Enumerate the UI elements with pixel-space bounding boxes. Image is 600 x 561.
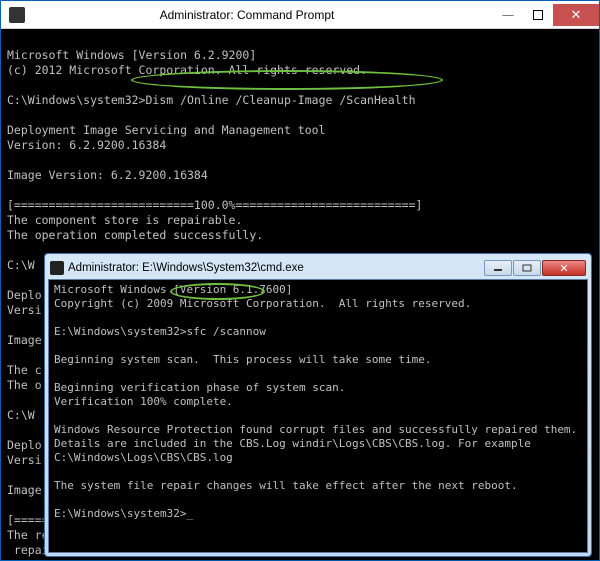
partial-versi: Versi xyxy=(7,303,42,317)
cmd-icon xyxy=(50,261,64,275)
minimize-button[interactable]: — xyxy=(493,4,523,26)
sfc-command: sfc /scannow xyxy=(186,325,265,338)
repairable-line: The component store is repairable. xyxy=(7,213,242,227)
partial-theo: The o xyxy=(7,378,42,392)
close-button[interactable]: ✕ xyxy=(553,4,599,26)
success-line: The operation completed successfully. xyxy=(7,228,263,242)
titlebar-2[interactable]: Administrator: E:\Windows\System32\cmd.e… xyxy=(48,257,588,279)
dism-tool-line: Deployment Image Servicing and Managemen… xyxy=(7,123,326,137)
dism-command: Dism /Online /Cleanup-Image /ScanHealth xyxy=(145,93,415,107)
maximize-button[interactable] xyxy=(513,260,541,276)
window-title-2: Administrator: E:\Windows\System32\cmd.e… xyxy=(68,262,484,274)
os-version-line-2: Microsoft Windows [Version 6.1.7600] xyxy=(54,283,292,296)
partial-deplo2: Deplo xyxy=(7,438,42,452)
scan-complete-line: Verification 100% complete. xyxy=(54,395,233,408)
prompt-end-2: E:\Windows\system32> xyxy=(54,507,193,520)
wrp-message: Windows Resource Protection found corrup… xyxy=(54,423,584,464)
dism-version-line: Version: 6.2.9200.16384 xyxy=(7,138,166,152)
partial-deplo: Deplo xyxy=(7,288,42,302)
progress-bar-1: [==========================100.0%=======… xyxy=(7,198,422,212)
success-line-2: The operation completed successfully. xyxy=(7,558,263,560)
partial-thec: The c xyxy=(7,363,42,377)
partial-versi2: Versi xyxy=(7,453,42,467)
cmd-icon xyxy=(9,7,25,23)
scan-begin-line: Beginning system scan. This process will… xyxy=(54,353,432,366)
terminal-body-2[interactable]: Microsoft Windows [Version 6.1.7600] Cop… xyxy=(48,279,588,553)
maximize-button[interactable] xyxy=(523,4,553,26)
scan-phase-line: Beginning verification phase of system s… xyxy=(54,381,345,394)
prompt-path: C:\Windows\system32> xyxy=(7,93,145,107)
reboot-line: The system file repair changes will take… xyxy=(54,479,518,492)
copyright-line: (c) 2012 Microsoft Corporation. All righ… xyxy=(7,63,367,77)
command-prompt-window-2: Administrator: E:\Windows\System32\cmd.e… xyxy=(44,253,592,557)
partial-cw: C:\W xyxy=(7,408,35,422)
partial-image2: Image xyxy=(7,483,42,497)
partial-image: Image xyxy=(7,333,42,347)
titlebar-1[interactable]: Administrator: Command Prompt — ✕ xyxy=(1,1,599,29)
window-title-1: Administrator: Command Prompt xyxy=(31,8,493,22)
partial-prompt: C:\W xyxy=(7,258,35,272)
prompt-path-2: E:\Windows\system32> xyxy=(54,325,186,338)
image-version-line: Image Version: 6.2.9200.16384 xyxy=(7,168,208,182)
copyright-line-2: Copyright (c) 2009 Microsoft Corporation… xyxy=(54,297,471,310)
minimize-button[interactable] xyxy=(484,260,512,276)
os-version-line: Microsoft Windows [Version 6.2.9200] xyxy=(7,48,256,62)
close-button[interactable]: ✕ xyxy=(542,260,586,276)
